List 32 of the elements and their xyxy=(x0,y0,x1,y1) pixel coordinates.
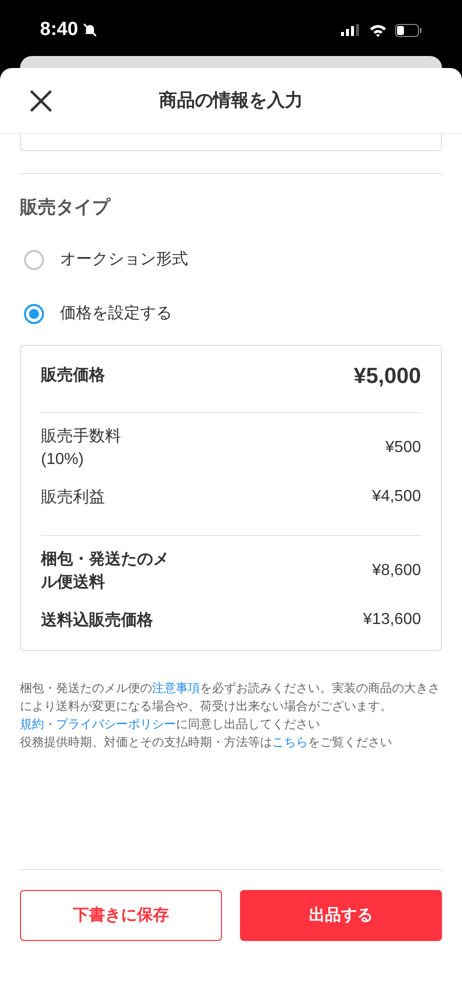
price-value: ¥13,600 xyxy=(363,610,421,630)
price-label: 販売利益 xyxy=(41,488,105,508)
section-heading: 販売タイプ xyxy=(20,196,112,219)
window-title: 商品の情報を入力 xyxy=(159,89,303,112)
close-icon xyxy=(28,88,54,114)
note-link[interactable]: 規約 xyxy=(20,717,44,731)
radio-option[interactable]: オークション形式 xyxy=(20,233,442,287)
price-label: 送料込販売価格 xyxy=(41,610,154,630)
price-value: ¥4,500 xyxy=(372,487,421,507)
radio-button[interactable] xyxy=(24,250,44,270)
battery-icon xyxy=(395,24,422,36)
clock: 8:40 xyxy=(40,18,78,42)
close-button[interactable] xyxy=(28,88,54,114)
input-field[interactable] xyxy=(20,134,442,151)
note-text: 役務提供時期、対価とその支払時期・方法等は こちら をご覧ください xyxy=(20,734,393,751)
price-value: ¥500 xyxy=(385,438,421,458)
price-label: 梱包・発送たのメル便送料 xyxy=(41,550,170,593)
radio-option[interactable]: 価格を設定する xyxy=(20,287,442,341)
signal-icon xyxy=(341,24,361,36)
save-draft-button[interactable]: 下書きに保存 xyxy=(20,890,222,941)
price-label: 販売手数料 (10%) xyxy=(41,426,121,470)
note-link[interactable]: プライバシーポリシー xyxy=(56,717,176,731)
price-value: ¥5,000 xyxy=(354,362,421,390)
wifi-icon xyxy=(369,24,387,36)
price-label: 販売価格 xyxy=(41,366,105,386)
submit-button[interactable]: 出品する xyxy=(240,890,442,941)
note-link[interactable]: 注意事項 xyxy=(152,681,200,695)
note-text: 梱包・発送たのメル便の注意事項を必ずお読みください。実装の商品の大きさにより送料が変更になる場合や、荷受け出来ない場合がございます。 xyxy=(20,680,441,715)
note-link[interactable]: こちら xyxy=(272,735,308,749)
price-value: ¥8,600 xyxy=(372,561,421,581)
radio-button[interactable] xyxy=(24,304,44,324)
note-text: 規約・プライバシーポリシーに同意し出品してください xyxy=(20,716,321,733)
